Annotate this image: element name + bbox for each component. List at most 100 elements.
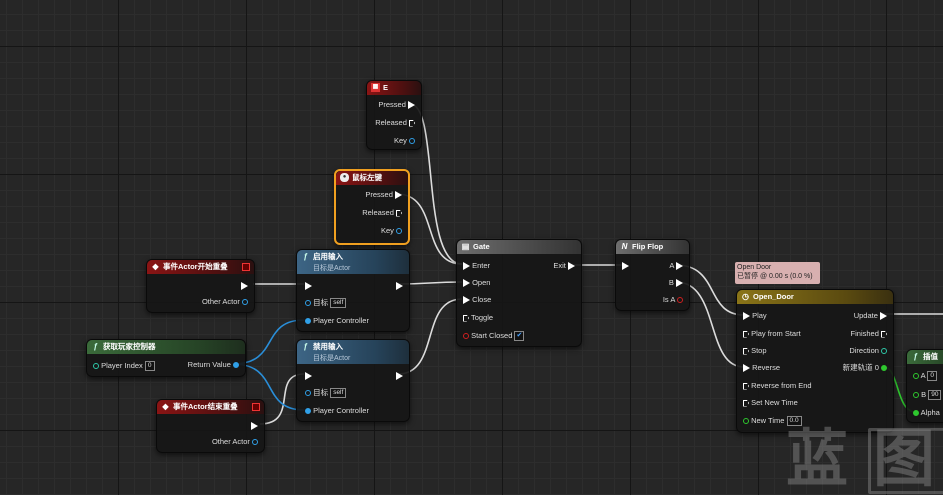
watermark-char: 蓝 <box>786 422 849 495</box>
delegate-pin[interactable] <box>252 403 260 411</box>
exec-in-pin[interactable] <box>463 314 469 322</box>
enum-out-pin[interactable] <box>881 348 887 355</box>
timeline-node-open-door[interactable]: ◷ Open_Door Play Update Play from Start F… <box>736 289 894 433</box>
event-node-mouse-left[interactable]: ● 鼠标左键 Pressed Released Key <box>334 169 410 245</box>
exec-out-pin[interactable] <box>396 372 403 381</box>
exec-in-pin[interactable] <box>305 282 312 291</box>
exec-out-pin[interactable] <box>396 209 402 217</box>
struct-out-pin[interactable] <box>409 138 415 145</box>
exec-in-pin[interactable] <box>743 312 750 321</box>
float-in-pin[interactable] <box>913 373 919 380</box>
delegate-pin[interactable] <box>242 263 250 271</box>
exec-in-pin[interactable] <box>743 347 749 355</box>
object-in-pin[interactable] <box>305 408 311 415</box>
target-field[interactable]: self <box>330 298 347 309</box>
bubble-title: Open Door <box>737 264 772 271</box>
pin-label: Play <box>752 311 767 320</box>
exec-out-pin[interactable] <box>568 262 575 271</box>
event-node-key-e[interactable]: ▦ E Pressed Released Key <box>366 80 422 150</box>
bubble-status: 已暂停 @ 0.00 s (0.0 %) <box>737 273 813 280</box>
pin-label: Other Actor <box>211 437 250 446</box>
pin-label: Return Value <box>187 360 231 369</box>
node-header: ƒ 插值 <box>907 350 943 364</box>
float-in-pin[interactable] <box>913 410 919 417</box>
exec-in-pin[interactable] <box>463 279 470 288</box>
exec-out-pin[interactable] <box>880 312 887 321</box>
node-header: ƒ 禁用输入 目标是Actor <box>297 340 409 364</box>
exec-out-pin[interactable] <box>408 101 415 110</box>
event-node-begin-overlap[interactable]: ◆ 事件Actor开始重叠 Other Actor <box>146 259 255 313</box>
pin-label: Key <box>393 136 407 145</box>
exec-out-pin[interactable] <box>676 279 683 288</box>
pin-label: Alpha <box>920 408 940 417</box>
macro-node-flip-flop[interactable]: N Flip Flop A B Is A <box>615 239 690 311</box>
event-diamond-icon: ◆ <box>162 402 169 411</box>
exec-in-pin[interactable] <box>463 296 470 305</box>
float-out-pin[interactable] <box>881 365 887 372</box>
exec-out-pin[interactable] <box>241 282 248 291</box>
pin-label: Exit <box>553 261 566 270</box>
exec-in-pin[interactable] <box>305 372 312 381</box>
node-subtitle: 目标是Actor <box>313 265 351 272</box>
exec-in-pin[interactable] <box>743 399 749 407</box>
exec-out-pin[interactable] <box>676 262 683 271</box>
keyboard-icon: ▦ <box>371 83 380 92</box>
node-header: ◆ 事件Actor开始重叠 <box>147 260 254 274</box>
exec-in-pin[interactable] <box>743 364 750 373</box>
pin-label: Pressed <box>378 100 406 109</box>
exec-out-pin[interactable] <box>251 422 258 431</box>
function-node-lerp[interactable]: ƒ 插值 A 0 B 90 Alpha <box>906 349 943 423</box>
object-in-pin[interactable] <box>305 300 311 307</box>
node-header: N Flip Flop <box>616 240 689 254</box>
pin-label: Update <box>853 311 878 320</box>
pin-label: Player Controller <box>313 406 369 415</box>
pin-label: Released <box>362 208 394 217</box>
lerp-a-field[interactable]: 0 <box>927 371 937 382</box>
exec-out-pin[interactable] <box>395 191 402 200</box>
object-in-pin[interactable] <box>305 318 311 325</box>
function-icon: ƒ <box>303 342 308 351</box>
exec-out-pin[interactable] <box>881 330 887 338</box>
exec-in-pin[interactable] <box>463 262 470 271</box>
pin-label: Finished <box>850 329 879 338</box>
exec-out-pin[interactable] <box>396 282 403 291</box>
function-node-disable-input[interactable]: ƒ 禁用输入 目标是Actor 目标 self Player Controller <box>296 339 410 422</box>
int-in-pin[interactable] <box>93 363 99 370</box>
node-header: ▤ Gate <box>457 240 581 254</box>
object-out-pin[interactable] <box>252 439 258 446</box>
pin-label: Is A <box>662 295 675 304</box>
pin-label: Open <box>472 278 491 287</box>
function-node-enable-input[interactable]: ƒ 启用输入 目标是Actor 目标 self Player Controller <box>296 249 410 332</box>
flip-flop-icon: N <box>621 242 628 251</box>
exec-out-pin[interactable] <box>409 119 415 127</box>
pin-label: New Time <box>751 416 785 425</box>
mouse-icon: ● <box>340 173 349 182</box>
exec-in-pin[interactable] <box>622 262 629 271</box>
object-in-pin[interactable] <box>305 390 311 397</box>
function-node-get-player-controller[interactable]: ƒ 获取玩家控制器 Player Index 0 Return Value <box>86 339 246 377</box>
node-header: ● 鼠标左键 <box>336 171 408 185</box>
node-header: ◷ Open_Door <box>737 290 893 304</box>
pin-label: 目标 <box>313 298 329 307</box>
object-out-pin[interactable] <box>233 362 239 369</box>
struct-out-pin[interactable] <box>396 228 402 235</box>
target-field[interactable]: self <box>330 388 347 399</box>
pin-label: B <box>921 390 927 399</box>
bool-in-pin[interactable] <box>463 333 469 340</box>
exec-in-pin[interactable] <box>743 330 749 338</box>
node-header: ƒ 获取玩家控制器 <box>87 340 245 354</box>
bool-out-pin[interactable] <box>677 297 683 304</box>
start-closed-checkbox[interactable]: ✔ <box>514 331 525 342</box>
player-index-field[interactable]: 0 <box>144 361 155 372</box>
pin-label: Set New Time <box>751 398 798 407</box>
pin-label: Released <box>375 118 407 127</box>
exec-in-pin[interactable] <box>743 382 749 390</box>
event-node-end-overlap[interactable]: ◆ 事件Actor结束重叠 Other Actor <box>156 399 265 453</box>
watermark-char: 图 <box>873 422 936 495</box>
macro-node-gate[interactable]: ▤ Gate Enter Exit Open Close Toggle Start… <box>456 239 582 347</box>
float-in-pin[interactable] <box>743 418 749 425</box>
float-in-pin[interactable] <box>913 392 919 399</box>
pin-label: Toggle <box>470 313 494 322</box>
lerp-b-field[interactable]: 90 <box>928 390 942 401</box>
object-out-pin[interactable] <box>242 299 248 306</box>
